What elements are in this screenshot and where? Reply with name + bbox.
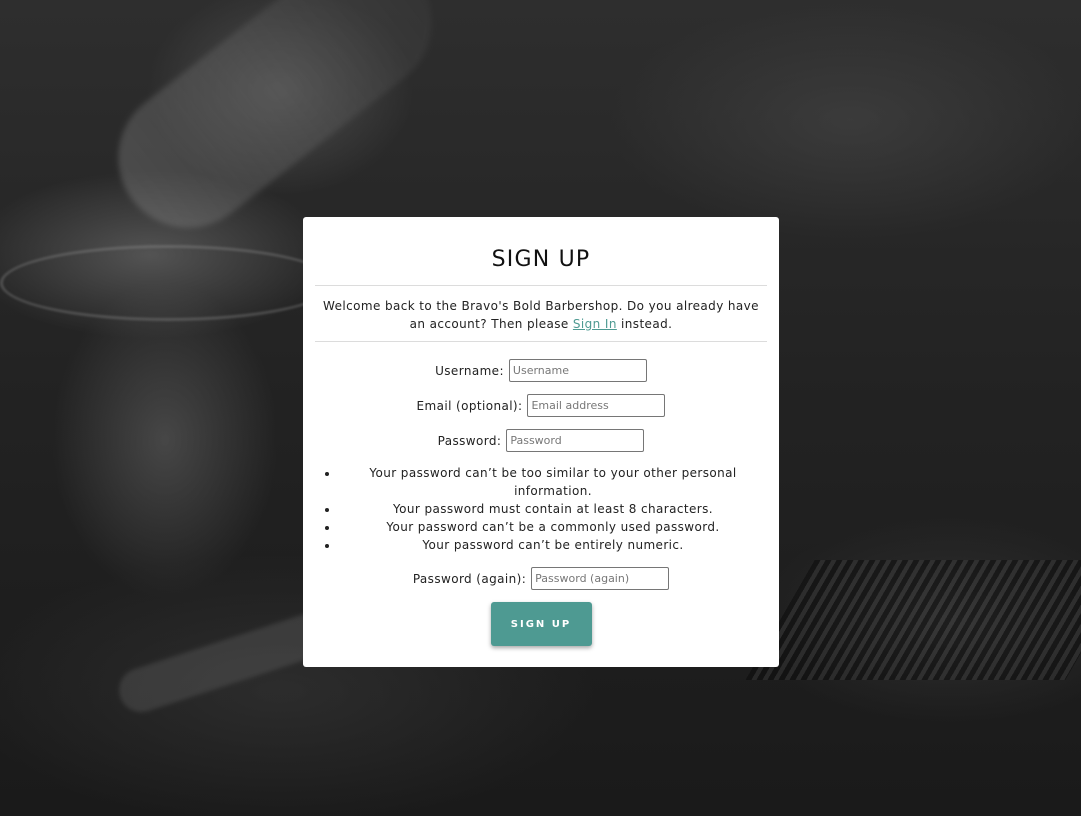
welcome-suffix: instead. xyxy=(616,317,673,331)
username-row: Username: xyxy=(315,359,767,382)
background-shaving-bowl xyxy=(0,245,336,321)
username-input[interactable] xyxy=(508,359,647,382)
email-row: Email (optional): xyxy=(315,394,767,417)
password-help-item: Your password can’t be too similar to yo… xyxy=(339,464,767,500)
signup-form: Username: Email (optional): Password: Yo… xyxy=(315,342,767,646)
signup-button[interactable]: SIGN UP xyxy=(490,602,592,646)
password-input[interactable] xyxy=(506,429,645,452)
welcome-text: Welcome back to the Bravo's Bold Barbers… xyxy=(323,299,759,331)
password-label: Password: xyxy=(437,433,502,448)
password-help-item: Your password must contain at least 8 ch… xyxy=(339,500,767,518)
signup-card: SIGN UP Welcome back to the Bravo's Bold… xyxy=(303,217,779,667)
page-title: SIGN UP xyxy=(491,247,591,272)
password-again-label: Password (again): xyxy=(412,571,527,586)
password-help-item: Your password can’t be a commonly used p… xyxy=(339,518,767,536)
welcome-message: Welcome back to the Bravo's Bold Barbers… xyxy=(315,286,767,341)
email-input[interactable] xyxy=(527,394,666,417)
signin-link[interactable]: Sign In xyxy=(573,317,617,331)
username-label: Username: xyxy=(435,363,504,378)
password-help-item: Your password can’t be entirely numeric. xyxy=(339,536,767,554)
password-again-input[interactable] xyxy=(531,567,670,590)
password-row: Password: xyxy=(315,429,767,452)
background-comb xyxy=(745,560,1081,680)
password-help-list: Your password can’t be too similar to yo… xyxy=(315,464,767,554)
email-label: Email (optional): xyxy=(416,398,523,413)
password-again-row: Password (again): xyxy=(315,567,767,590)
